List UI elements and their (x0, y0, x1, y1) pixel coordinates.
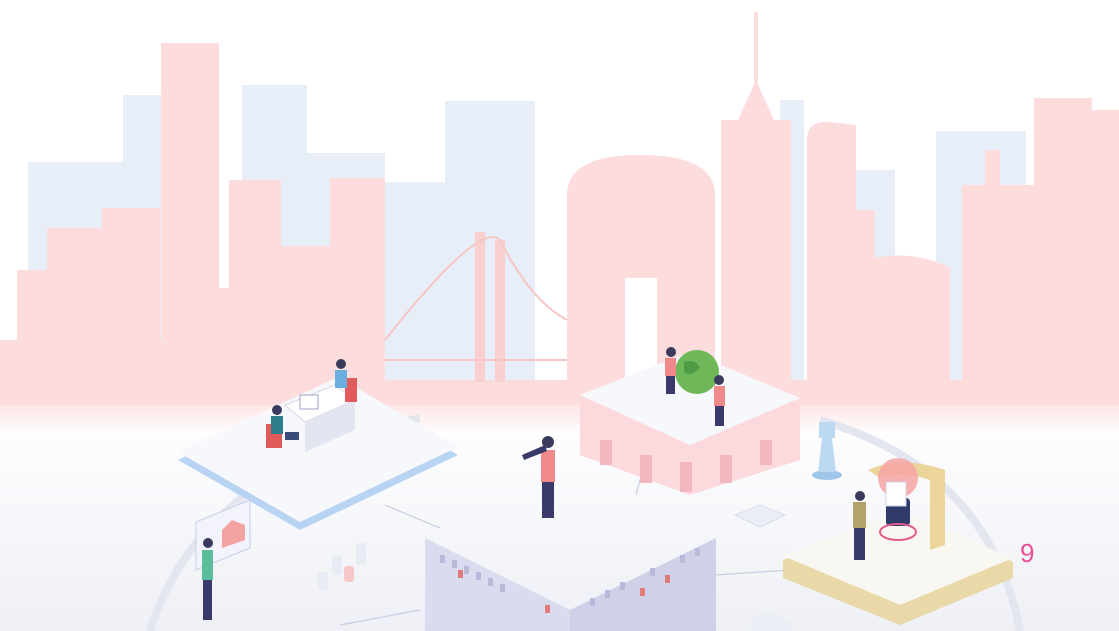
page-number: 9 (1020, 538, 1035, 568)
globe-icon (675, 350, 719, 394)
laptop-icon (299, 394, 319, 410)
isometric-city-illustration (0, 12, 1119, 631)
horizon-fade (0, 405, 1119, 435)
